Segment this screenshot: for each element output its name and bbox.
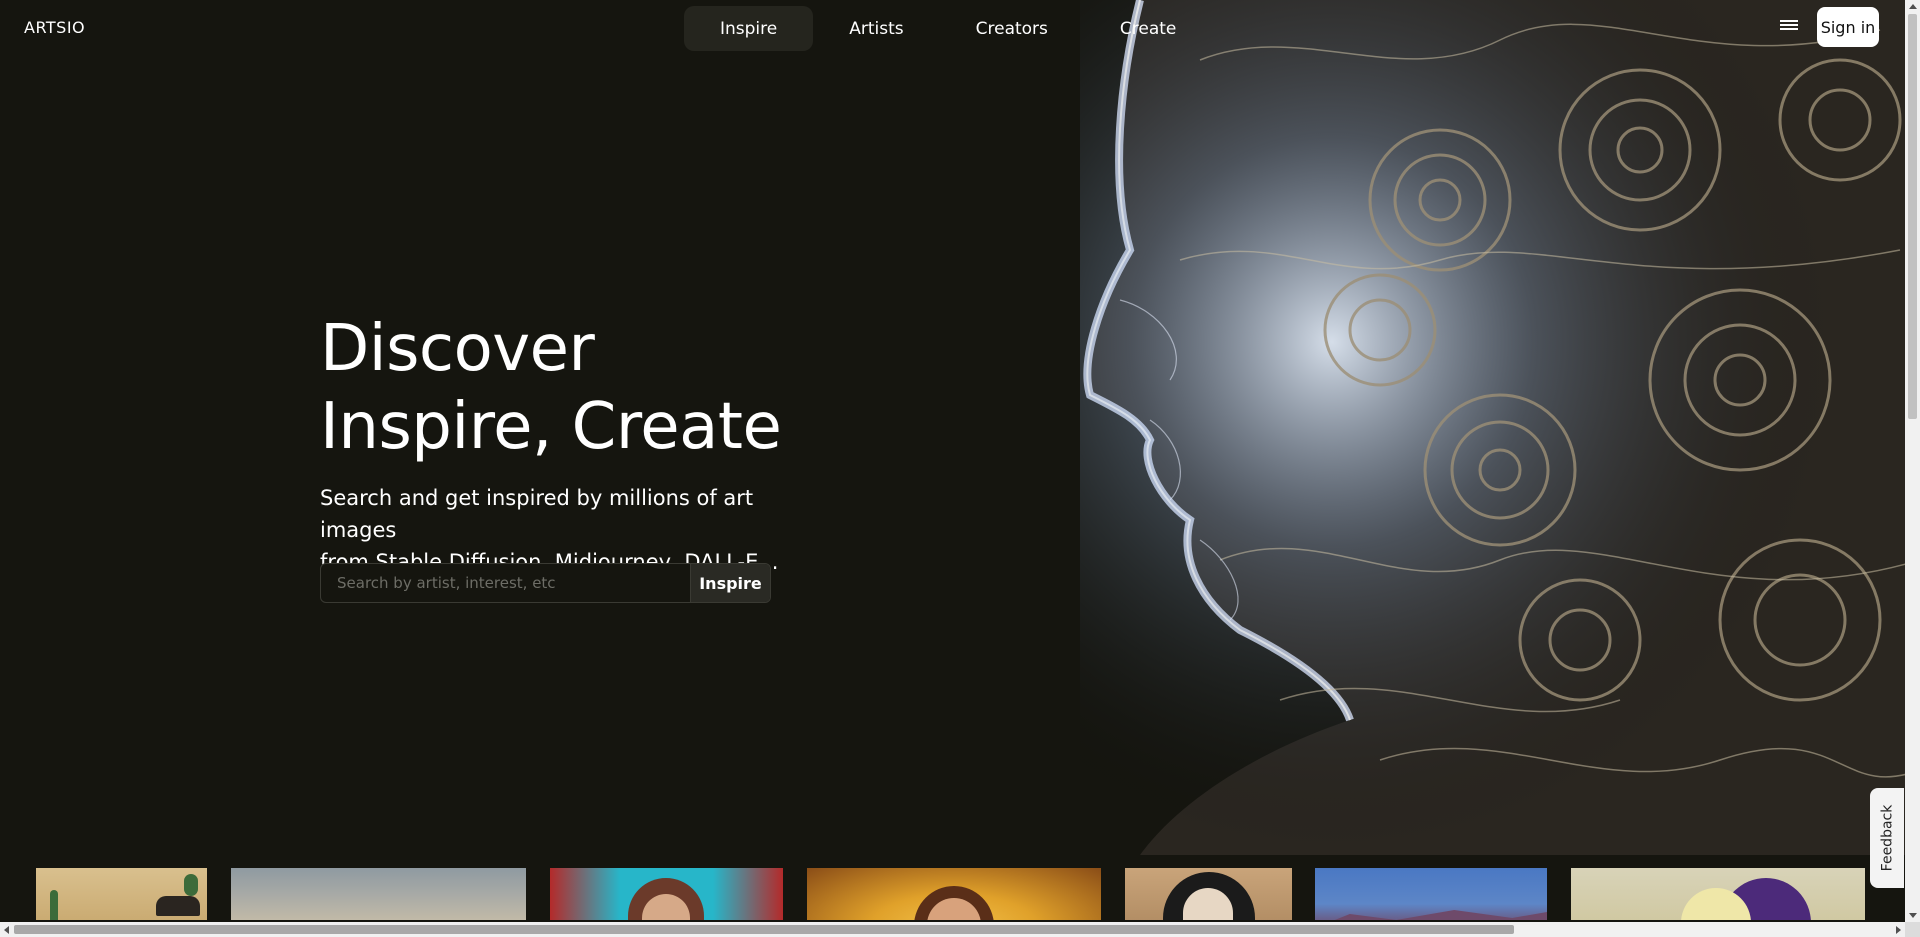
hero-subtitle-line-1: Search and get inspired by millions of a… [320,486,754,542]
thumbnail-desert-landscape[interactable] [231,868,526,920]
thumbnail-iris-flower[interactable] [1571,868,1865,920]
scrollbar-corner [1905,922,1920,937]
search-input[interactable] [321,564,690,602]
sign-in-button[interactable]: Sign in [1817,7,1879,47]
scroll-up-icon[interactable] [1909,4,1917,9]
wire-face-illustration [1080,0,1920,855]
hamburger-menu-icon[interactable] [1780,18,1798,32]
feedback-tab[interactable]: Feedback [1870,788,1904,888]
nav-item-artists[interactable]: Artists [813,6,939,51]
thumbnail-graffiti-portrait[interactable] [550,868,783,920]
horizontal-scroll-thumb[interactable] [14,925,1514,934]
hero-artwork [1080,0,1920,855]
search-bar: Inspire [320,563,771,603]
nav-item-creators[interactable]: Creators [940,6,1084,51]
hero-title-line-1: Discover [320,312,595,386]
brand-logo[interactable]: ARTSIO [24,18,85,37]
feedback-label: Feedback [1879,804,1896,872]
inspire-search-button[interactable]: Inspire [690,564,770,602]
scroll-left-icon[interactable] [4,926,9,934]
horizontal-scrollbar[interactable] [0,922,1905,937]
main-nav: Inspire Artists Creators Create [684,6,1212,51]
thumbnail-strip [0,855,1905,920]
thumbnail-golden-portrait[interactable] [807,868,1101,920]
hero-title-line-2: Inspire, Create [320,390,782,464]
scroll-right-icon[interactable] [1896,926,1901,934]
hero-title: Discover Inspire, Create [320,310,782,466]
scroll-down-icon[interactable] [1909,913,1917,918]
thumbnail-mountain-sky[interactable] [1315,868,1547,920]
thumbnail-cactus-painting[interactable] [36,868,207,920]
vertical-scrollbar[interactable] [1905,0,1920,922]
nav-item-create[interactable]: Create [1084,6,1213,51]
nav-item-inspire[interactable]: Inspire [684,6,814,51]
thumbnail-dark-hair-portrait[interactable] [1125,868,1292,920]
vertical-scroll-thumb[interactable] [1908,14,1917,419]
